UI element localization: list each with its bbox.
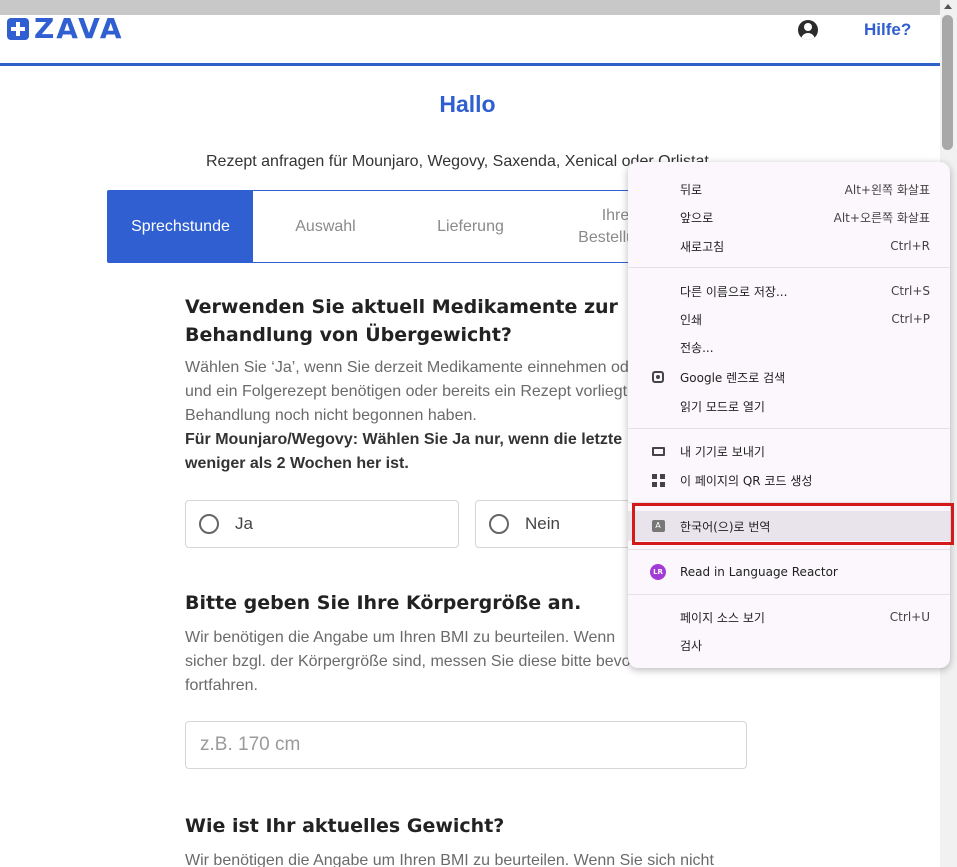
plus-icon	[7, 18, 29, 40]
qr-code-icon	[650, 472, 666, 488]
menu-item-label: 한국어(으)로 번역	[680, 519, 771, 534]
step-sprechstunde[interactable]: Sprechstunde	[108, 191, 253, 262]
menu-item-reading-mode[interactable]: 읽기 모드로 열기	[628, 392, 950, 420]
menu-item-back[interactable]: 뒤로 Alt+왼쪽 화살표	[628, 175, 950, 203]
menu-item-shortcut: Ctrl+P	[891, 312, 930, 326]
menu-item-qr-code[interactable]: 이 페이지의 QR 코드 생성	[628, 466, 950, 494]
menu-item-label: 전송...	[680, 340, 714, 355]
logo-text: ZAVA	[34, 15, 124, 45]
page-title: Hallo	[439, 91, 496, 117]
menu-item-shortcut: Ctrl+S	[890, 284, 930, 298]
menu-item-language-reactor[interactable]: LR Read in Language Reactor	[628, 558, 950, 586]
desc-line: Wir benötigen die Angabe um Ihren BMI zu…	[185, 852, 714, 867]
site-header: ZAVA Hilfe?	[0, 15, 940, 66]
menu-separator	[628, 502, 950, 503]
menu-item-shortcut: Ctrl+U	[889, 610, 930, 624]
height-input[interactable]	[185, 721, 747, 769]
menu-separator	[628, 594, 950, 595]
step-lieferung[interactable]: Lieferung	[398, 191, 543, 262]
account-icon[interactable]	[798, 20, 818, 40]
help-link[interactable]: Hilfe?	[864, 20, 911, 40]
menu-item-inspect[interactable]: 검사	[628, 631, 950, 659]
menu-item-label: 이 페이지의 QR 코드 생성	[680, 473, 813, 488]
account-icon-body	[801, 33, 815, 40]
menu-item-label: 앞으로	[680, 210, 714, 225]
qr-icon-shape	[651, 473, 665, 487]
menu-item-label: 인쇄	[680, 312, 703, 327]
menu-separator	[628, 267, 950, 268]
menu-item-translate[interactable]: A 한국어(으)로 번역	[628, 511, 950, 541]
menu-item-label: Google 렌즈로 검색	[680, 370, 786, 385]
send-to-device-icon	[650, 443, 666, 459]
menu-item-save-as[interactable]: 다른 이름으로 저장... Ctrl+S	[628, 277, 950, 305]
menu-separator	[628, 428, 950, 429]
menu-item-label: 뒤로	[680, 182, 703, 197]
lens-icon-shape	[652, 371, 664, 383]
radio-label-yes: Ja	[235, 514, 253, 533]
menu-item-shortcut: Alt+왼쪽 화살표	[844, 182, 930, 197]
menu-item-label: 내 기기로 보내기	[680, 444, 765, 459]
menu-item-label: 검사	[680, 638, 703, 653]
radio-circle	[199, 514, 219, 534]
browser-context-menu: 뒤로 Alt+왼쪽 화살표 앞으로 Alt+오른쪽 화살표 새로고침 Ctrl+…	[628, 162, 950, 668]
menu-item-label: 읽기 모드로 열기	[680, 399, 765, 414]
lr-icon-shape: LR	[650, 564, 666, 580]
radio-circle	[489, 514, 509, 534]
screen: ZAVA Hilfe? Hallo Rezept anfragen für Mo…	[0, 0, 957, 867]
menu-item-google-lens[interactable]: Google 렌즈로 검색	[628, 363, 950, 391]
scroll-thumb[interactable]	[942, 15, 953, 150]
device-icon-shape	[651, 446, 665, 456]
question-weight-description: Wir benötigen die Angabe um Ihren BMI zu…	[185, 849, 745, 867]
translate-icon-shape: A	[651, 520, 665, 532]
translate-icon: A	[650, 518, 666, 534]
radio-label-no: Nein	[525, 514, 560, 533]
scroll-up-arrow-icon[interactable]	[944, 4, 952, 9]
menu-item-shortcut: Alt+오른쪽 화살표	[833, 210, 930, 225]
google-lens-icon	[650, 369, 666, 385]
menu-item-label: 새로고침	[680, 239, 725, 254]
menu-item-label: 페이지 소스 보기	[680, 610, 765, 625]
menu-item-forward[interactable]: 앞으로 Alt+오른쪽 화살표	[628, 203, 950, 231]
desc-line: fortfahren.	[185, 677, 258, 694]
question-weight-title: Wie ist Ihr aktuelles Gewicht?	[185, 815, 505, 837]
language-reactor-icon: LR	[650, 564, 666, 580]
account-icon-head	[804, 23, 812, 31]
menu-item-cast[interactable]: 전송...	[628, 333, 950, 361]
zava-logo[interactable]: ZAVA	[7, 15, 124, 45]
menu-item-send-to-device[interactable]: 내 기기로 보내기	[628, 437, 950, 465]
menu-item-reload[interactable]: 새로고침 Ctrl+R	[628, 232, 950, 260]
menu-item-label: 다른 이름으로 저장...	[680, 284, 788, 299]
menu-item-print[interactable]: 인쇄 Ctrl+P	[628, 305, 950, 333]
menu-item-view-source[interactable]: 페이지 소스 보기 Ctrl+U	[628, 603, 950, 631]
step-auswahl[interactable]: Auswahl	[253, 191, 398, 262]
radio-option-yes[interactable]: Ja	[185, 500, 459, 548]
menu-separator	[628, 549, 950, 550]
menu-item-label: Read in Language Reactor	[680, 565, 838, 579]
menu-item-shortcut: Ctrl+R	[890, 239, 930, 253]
